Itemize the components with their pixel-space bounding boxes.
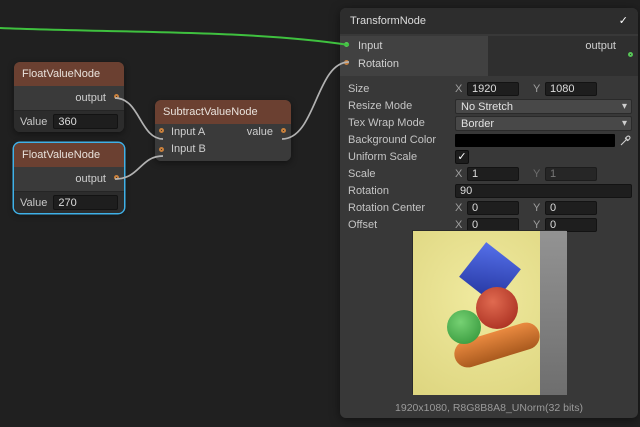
node-title[interactable]: FloatValueNode xyxy=(14,62,124,86)
rotation-port-label: Rotation xyxy=(358,58,399,70)
node-title[interactable]: FloatValueNode xyxy=(14,143,124,167)
tex-wrap-mode-value: Border xyxy=(461,118,494,130)
rotation-port-row: Rotation xyxy=(340,56,488,73)
node-enabled-check-icon[interactable]: ✓ xyxy=(619,8,628,34)
value-output-label: value xyxy=(247,124,273,141)
uniform-scale-label: Uniform Scale xyxy=(348,151,455,163)
value-input[interactable] xyxy=(53,195,118,210)
transform-node[interactable]: TransformNode ✓ Input Rotation output Si… xyxy=(340,8,638,418)
preview-red-sphere xyxy=(476,287,518,329)
input-b-row: Input B xyxy=(155,141,291,161)
resize-mode-dropdown[interactable]: No Stretch ▾ xyxy=(455,99,632,114)
output-port-row: output xyxy=(14,86,124,110)
input-a-label: Input A xyxy=(171,126,205,138)
properties-panel: Size X Y Resize Mode No Stretch ▾ Tex Wr… xyxy=(348,81,632,234)
input-b-port[interactable] xyxy=(159,147,164,152)
scale-y-input xyxy=(545,167,597,181)
value-row: Value xyxy=(14,191,124,213)
rotation-center-label: Rotation Center xyxy=(348,202,455,214)
property-row-size: Size X Y xyxy=(348,81,632,97)
tex-wrap-mode-dropdown[interactable]: Border ▾ xyxy=(455,116,632,131)
scale-x-label: X xyxy=(455,168,463,180)
value-label: Value xyxy=(20,116,47,128)
value-label: Value xyxy=(20,197,47,209)
rotation-center-x-input[interactable] xyxy=(467,201,519,215)
output-port-label: output xyxy=(585,38,616,55)
size-y-label: Y xyxy=(533,83,541,95)
value-input[interactable] xyxy=(53,114,118,129)
eyedropper-icon[interactable] xyxy=(618,133,632,147)
node-graph-canvas[interactable]: FloatValueNode output Value FloatValueNo… xyxy=(0,0,640,427)
input-a-row: Input A value xyxy=(155,124,291,141)
scale-label: Scale xyxy=(348,168,455,180)
node-title[interactable]: SubtractValueNode xyxy=(155,100,291,124)
wire-offscreen-to-transform-input[interactable] xyxy=(0,28,349,45)
rotation-input[interactable] xyxy=(455,184,632,198)
scale-x-input[interactable] xyxy=(467,167,519,181)
property-row-rotation-center: Rotation Center X Y xyxy=(348,200,632,216)
texture-preview xyxy=(412,230,566,394)
size-label: Size xyxy=(348,83,455,95)
rotation-label: Rotation xyxy=(348,185,455,197)
ports-section: Input Rotation output xyxy=(340,36,638,76)
output-port-row: output xyxy=(14,167,124,191)
rotation-center-y-label: Y xyxy=(533,202,541,214)
float-value-node-2[interactable]: FloatValueNode output Value xyxy=(14,143,124,213)
input-a-port[interactable] xyxy=(159,128,164,133)
property-row-background-color: Background Color xyxy=(348,132,632,148)
output-port-label: output xyxy=(75,92,106,104)
input-ports-box: Input Rotation xyxy=(340,36,488,76)
preview-scene xyxy=(413,231,567,395)
background-color-label: Background Color xyxy=(348,134,455,146)
resize-mode-value: No Stretch xyxy=(461,101,513,113)
preview-gray-wall xyxy=(540,231,567,395)
size-x-input[interactable] xyxy=(467,82,519,96)
output-port[interactable] xyxy=(114,94,119,99)
uniform-scale-checkbox[interactable]: ✓ xyxy=(455,150,469,164)
rotation-center-y-input[interactable] xyxy=(545,201,597,215)
rotation-center-x-label: X xyxy=(455,202,463,214)
wire-subtract-to-rotation[interactable] xyxy=(282,62,349,139)
scale-y-label: Y xyxy=(533,168,541,180)
texture-info-footer: 1920x1080, R8G8B8A8_UNorm(32 bits) xyxy=(340,402,638,414)
float-value-node-1[interactable]: FloatValueNode output Value xyxy=(14,62,124,132)
output-port-label: output xyxy=(75,173,106,185)
output-port[interactable] xyxy=(114,175,119,180)
property-row-rotation: Rotation xyxy=(348,183,632,199)
input-port[interactable] xyxy=(344,42,349,47)
value-row: Value xyxy=(14,110,124,132)
background-color-swatch[interactable] xyxy=(455,134,615,147)
rotation-port[interactable] xyxy=(344,60,349,65)
size-y-input[interactable] xyxy=(545,82,597,96)
chevron-down-icon: ▾ xyxy=(622,117,627,131)
subtract-value-node[interactable]: SubtractValueNode Input A value Input B xyxy=(155,100,291,161)
property-row-uniform-scale: Uniform Scale ✓ xyxy=(348,149,632,165)
node-title-bar[interactable]: TransformNode ✓ xyxy=(340,8,638,34)
output-port[interactable] xyxy=(628,52,633,57)
input-b-label: Input B xyxy=(171,143,206,155)
input-port-label: Input xyxy=(358,40,382,52)
size-x-label: X xyxy=(455,83,463,95)
preview-green-sphere xyxy=(447,310,481,344)
input-port-row: Input xyxy=(340,38,488,55)
property-row-scale: Scale X Y xyxy=(348,166,632,182)
property-row-tex-wrap-mode: Tex Wrap Mode Border ▾ xyxy=(348,115,632,131)
value-output-port[interactable] xyxy=(281,128,286,133)
resize-mode-label: Resize Mode xyxy=(348,100,455,112)
chevron-down-icon: ▾ xyxy=(622,100,627,114)
node-title: TransformNode xyxy=(350,15,426,27)
tex-wrap-mode-label: Tex Wrap Mode xyxy=(348,117,455,129)
property-row-resize-mode: Resize Mode No Stretch ▾ xyxy=(348,98,632,114)
